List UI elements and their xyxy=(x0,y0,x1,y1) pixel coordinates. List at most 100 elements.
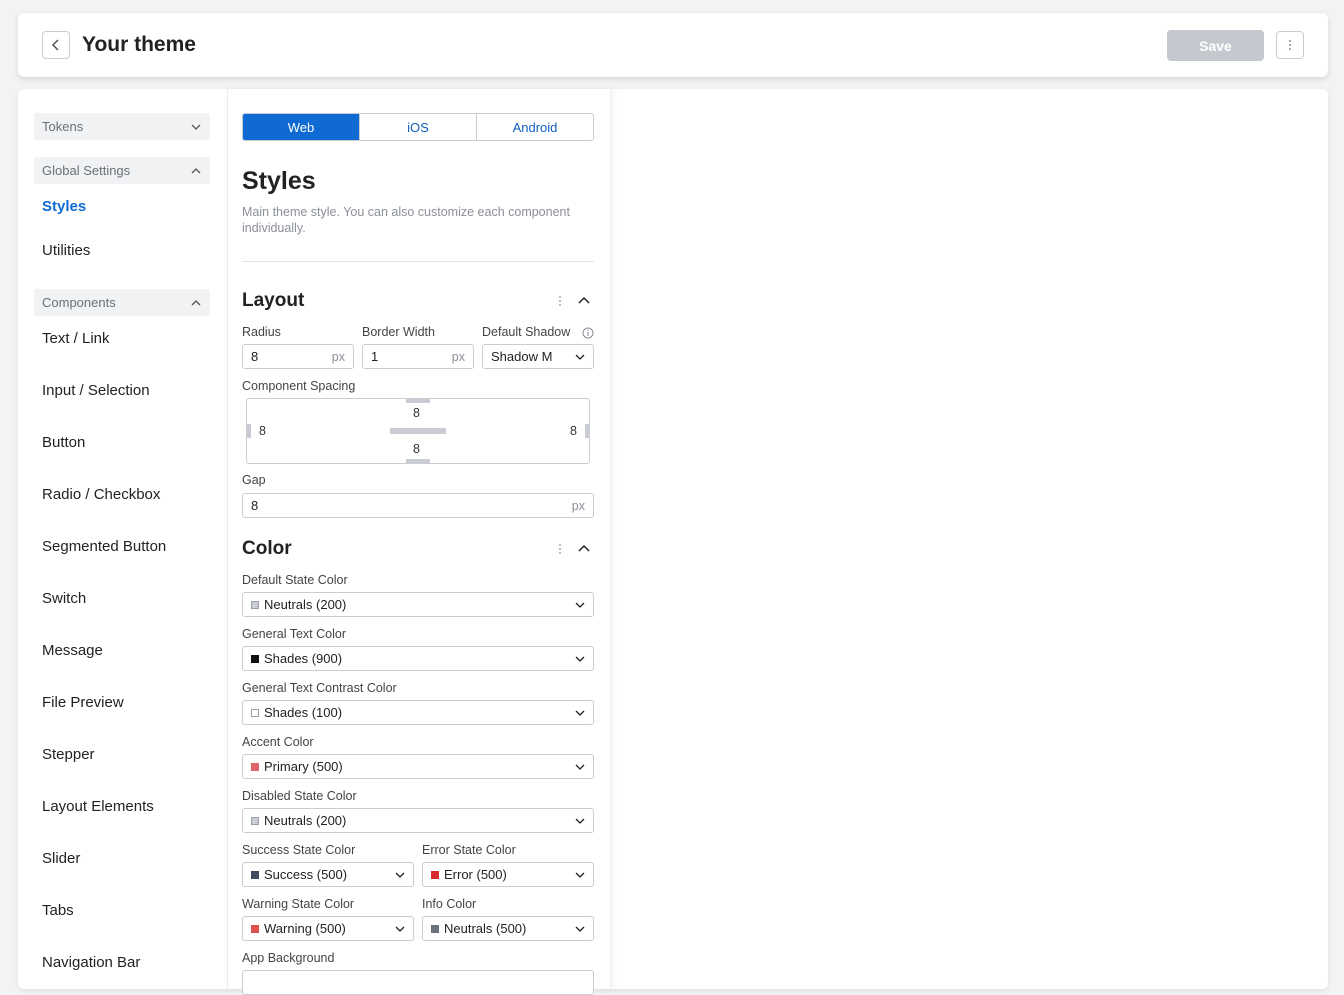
styles-heading: Styles xyxy=(242,167,316,195)
general-text-color-select[interactable]: Shades (900) xyxy=(242,646,594,671)
chevron-down-icon xyxy=(395,926,405,932)
app-background-select[interactable] xyxy=(242,970,594,995)
default-shadow-select[interactable]: Shadow M xyxy=(482,344,594,369)
warning-state-color-select[interactable]: Warning (500) xyxy=(242,916,414,941)
sidebar-item-utilities[interactable]: Utilities xyxy=(42,241,90,261)
tab-ios[interactable]: iOS xyxy=(360,114,477,140)
sidebar-section-label: Global Settings xyxy=(42,163,131,178)
back-button[interactable] xyxy=(42,31,70,59)
spacing-left-handle[interactable] xyxy=(247,424,251,438)
sidebar-item-switch[interactable]: Switch xyxy=(42,589,86,609)
default-state-color-label: Default State Color xyxy=(242,573,348,587)
sidebar-item-stepper[interactable]: Stepper xyxy=(42,745,95,765)
chevron-up-icon xyxy=(578,296,590,304)
color-more-button[interactable] xyxy=(554,541,566,557)
general-text-contrast-color-select[interactable]: Shades (100) xyxy=(242,700,594,725)
save-button[interactable]: Save xyxy=(1167,30,1264,61)
spacing-center-handle[interactable] xyxy=(390,428,446,434)
color-swatch xyxy=(251,762,259,771)
gap-unit: px xyxy=(571,498,585,513)
color-swatch xyxy=(251,600,259,609)
tab-android[interactable]: Android xyxy=(477,114,593,140)
general-text-color-label: General Text Color xyxy=(242,627,346,641)
sidebar-item-tabs[interactable]: Tabs xyxy=(42,901,74,921)
success-state-color-value: Success (500) xyxy=(264,867,348,882)
sidebar-item-input-selection[interactable]: Input / Selection xyxy=(42,381,150,401)
disabled-state-color-select[interactable]: Neutrals (200) xyxy=(242,808,594,833)
sidebar-item-button[interactable]: Button xyxy=(42,433,85,453)
more-options-button[interactable] xyxy=(1276,31,1304,59)
divider xyxy=(242,261,594,262)
page-title: Your theme xyxy=(82,33,196,56)
border-width-value: 1 xyxy=(371,349,379,364)
color-swatch xyxy=(251,708,259,717)
spacing-bottom-value[interactable]: 8 xyxy=(413,442,420,456)
accent-color-value: Primary (500) xyxy=(264,759,343,774)
error-state-color-value: Error (500) xyxy=(444,867,507,882)
success-state-color-label: Success State Color xyxy=(242,843,356,857)
spacing-bottom-handle[interactable] xyxy=(406,459,430,463)
chevron-up-icon xyxy=(578,544,590,552)
component-spacing-editor[interactable]: 8 8 8 8 xyxy=(246,398,590,464)
general-text-color-value: Shades (900) xyxy=(264,651,343,666)
sidebar-item-styles[interactable]: Styles xyxy=(42,197,86,217)
error-state-color-label: Error State Color xyxy=(422,843,516,857)
info-color-value: Neutrals (500) xyxy=(444,921,527,936)
sidebar-item-layout-elements[interactable]: Layout Elements xyxy=(42,797,154,817)
main-area: Tokens Global Settings Styles Utilities … xyxy=(18,89,1328,995)
sidebar-item-navigation-bar[interactable]: Navigation Bar xyxy=(42,953,140,973)
sidebar-section-global-settings[interactable]: Global Settings xyxy=(34,157,210,184)
default-state-color-select[interactable]: Neutrals (200) xyxy=(242,592,594,617)
layout-collapse-button[interactable] xyxy=(576,293,592,309)
chevron-down-icon xyxy=(575,354,585,360)
sidebar-item-segmented-button[interactable]: Segmented Button xyxy=(42,537,166,557)
gap-label: Gap xyxy=(242,473,266,487)
radius-input[interactable]: 8 px xyxy=(242,344,354,369)
component-spacing-label: Component Spacing xyxy=(242,379,356,393)
default-shadow-label: Default Shadow xyxy=(482,325,571,339)
sidebar-section-components[interactable]: Components xyxy=(34,289,210,316)
gap-value: 8 xyxy=(251,498,259,513)
info-color-label: Info Color xyxy=(422,897,477,911)
default-shadow-value: Shadow M xyxy=(491,349,553,364)
layout-more-button[interactable] xyxy=(554,293,566,309)
error-state-color-select[interactable]: Error (500) xyxy=(422,862,594,887)
disabled-state-color-label: Disabled State Color xyxy=(242,789,357,803)
chevron-down-icon xyxy=(575,926,585,932)
sidebar-item-slider[interactable]: Slider xyxy=(42,849,80,869)
gap-input[interactable]: 8 px xyxy=(242,493,594,518)
chevron-down-icon xyxy=(395,872,405,878)
color-swatch xyxy=(251,654,259,663)
sidebar-item-radio-checkbox[interactable]: Radio / Checkbox xyxy=(42,485,160,505)
spacing-top-value[interactable]: 8 xyxy=(413,406,420,420)
color-swatch xyxy=(251,924,259,933)
info-icon[interactable] xyxy=(582,327,594,339)
spacing-top-handle[interactable] xyxy=(406,399,430,403)
sidebar-item-text-link[interactable]: Text / Link xyxy=(42,329,110,349)
chevron-up-icon xyxy=(191,299,201,305)
default-state-color-value: Neutrals (200) xyxy=(264,597,347,612)
border-width-input[interactable]: 1 px xyxy=(362,344,474,369)
chevron-down-icon xyxy=(575,872,585,878)
border-width-unit: px xyxy=(451,349,465,364)
sidebar-section-tokens[interactable]: Tokens xyxy=(34,113,210,140)
accent-color-select[interactable]: Primary (500) xyxy=(242,754,594,779)
color-collapse-button[interactable] xyxy=(576,541,592,557)
disabled-state-color-value: Neutrals (200) xyxy=(264,813,347,828)
spacing-left-value[interactable]: 8 xyxy=(259,424,266,438)
accent-color-label: Accent Color xyxy=(242,735,314,749)
general-text-contrast-color-label: General Text Contrast Color xyxy=(242,681,397,695)
info-color-select[interactable]: Neutrals (500) xyxy=(422,916,594,941)
sidebar-section-label: Tokens xyxy=(42,119,84,134)
vertical-dots-icon xyxy=(559,296,561,306)
platform-tabs: Web iOS Android xyxy=(242,113,594,141)
sidebar-item-file-preview[interactable]: File Preview xyxy=(42,693,124,713)
color-swatch xyxy=(251,816,259,825)
vertical-dots-icon xyxy=(559,544,561,554)
top-bar: Your theme Save xyxy=(18,13,1328,77)
sidebar-item-message[interactable]: Message xyxy=(42,641,103,661)
spacing-right-value[interactable]: 8 xyxy=(570,424,577,438)
spacing-right-handle[interactable] xyxy=(585,424,589,438)
tab-web[interactable]: Web xyxy=(243,114,360,140)
success-state-color-select[interactable]: Success (500) xyxy=(242,862,414,887)
